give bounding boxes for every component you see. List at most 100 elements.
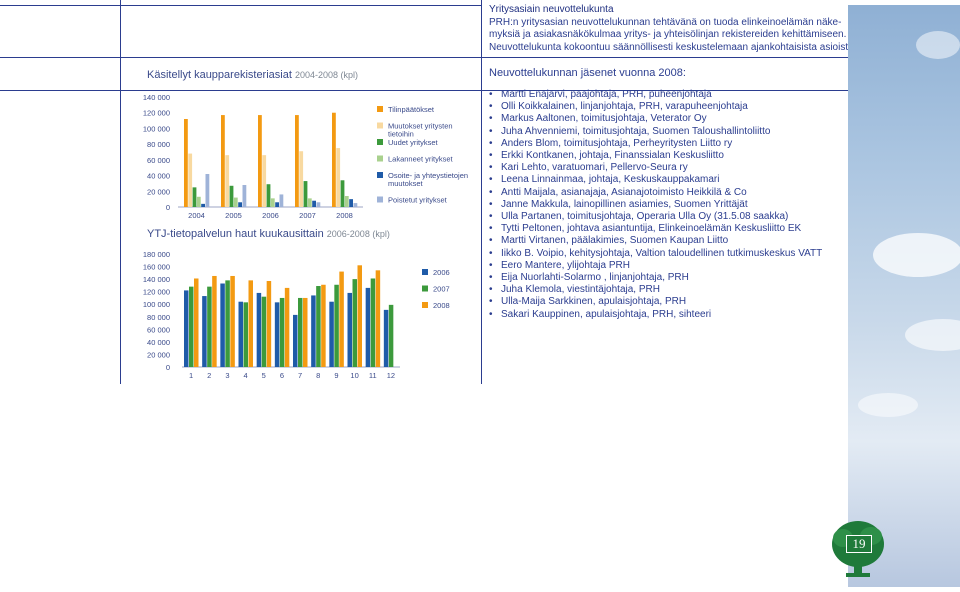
y-tick-label: 0 <box>166 203 170 212</box>
legend-swatch <box>422 269 428 275</box>
y-tick-label: 120 000 <box>143 109 170 118</box>
bar-2006 <box>220 283 225 367</box>
bar-osoite-ja-yhteystietojen-muutokset <box>275 202 279 207</box>
y-tick-label: 60 000 <box>147 156 170 165</box>
bar-2006 <box>311 295 316 367</box>
legend-swatch <box>377 106 383 112</box>
y-tick-label: 160 000 <box>143 263 170 272</box>
bar-2008 <box>303 297 308 367</box>
member-text: Kari Lehto, varatuomari, Pellervo-Seura … <box>501 162 688 174</box>
y-tick-label: 40 000 <box>147 338 170 347</box>
bar-2007 <box>207 286 212 367</box>
member-item: Martti Enäjärvi, pääjohtaja, PRH, puheen… <box>489 89 712 100</box>
bar-2008 <box>212 275 217 367</box>
member-text: Markus Aaltonen, toimitusjohtaja, Vetera… <box>501 113 707 125</box>
bar-2006 <box>365 287 371 367</box>
clouds <box>858 31 960 417</box>
y-tick-label: 40 000 <box>147 172 170 181</box>
y-tick-label: 180 000 <box>143 250 170 259</box>
member-item: Janne Makkula, lainopillinen asiamies, S… <box>489 199 748 210</box>
chart2-title: YTJ-tietopalvelun haut kuukausittain 200… <box>147 228 390 240</box>
member-item: Juha Ahvenniemi, toimitusjohtaja, Suomen… <box>489 126 770 137</box>
bar-poistetut-yritykset <box>279 194 284 207</box>
member-item: Iikko B. Voipio, kehitysjohtaja, Valtion… <box>489 248 822 259</box>
sky-photo <box>848 5 960 587</box>
bar-2007 <box>370 278 376 367</box>
chart2-title-text: YTJ-tietopalvelun haut kuukausittain <box>147 228 324 240</box>
member-item: Martti Virtanen, päälakimies, Suomen Kau… <box>489 235 728 246</box>
x-tick-label: 4 <box>243 371 247 380</box>
bar-2006 <box>329 301 334 367</box>
bar-2007 <box>243 302 248 367</box>
bar-osoite-ja-yhteystietojen-muutokset <box>312 200 316 207</box>
bar-osoite-ja-yhteystietojen-muutokset <box>238 202 242 207</box>
legend-label: 2006 <box>433 268 450 277</box>
bar-2008 <box>375 270 381 367</box>
bar-tilinp-t-kset <box>258 115 262 207</box>
legend-swatch <box>377 196 383 203</box>
x-tick-label: 5 <box>262 371 266 380</box>
y-tick-label: 80 000 <box>147 140 170 149</box>
bar-poistetut-yritykset <box>316 202 321 207</box>
member-text: Antti Maijala, asianajaja, Asianajotoimi… <box>501 186 747 198</box>
y-tick-label: 100 000 <box>143 300 170 309</box>
bar-osoite-ja-yhteystietojen-muutokset <box>201 203 205 207</box>
x-tick-label: 1 <box>189 371 193 380</box>
x-tick-label: 2 <box>207 371 211 380</box>
member-text: Ulla Partanen, toimitusjohtaja, Operaria… <box>501 211 789 222</box>
legend-swatch <box>422 285 428 292</box>
x-tick-label: 2004 <box>188 211 205 220</box>
member-item: Tytti Peltonen, johtava asiantuntija, El… <box>489 223 801 234</box>
bar-2006 <box>184 290 189 367</box>
intro-line: PRH:n yritysasian neuvottelukunnan tehtä… <box>489 16 842 28</box>
x-tick-label: 9 <box>334 371 338 380</box>
bar-poistetut-yritykset <box>242 185 247 207</box>
member-item: Olli Koikkalainen, linjanjohtaja, PRH, v… <box>489 101 748 112</box>
bar-muutokset-yritysten-tietoihin <box>225 155 230 207</box>
member-text: Janne Makkula, lainopillinen asiamies, S… <box>501 198 748 210</box>
x-tick-label: 12 <box>387 371 395 380</box>
bar-2008 <box>248 280 253 367</box>
member-item: Eija Nuorlahti-Solarmo , linjanjohtaja, … <box>489 272 689 283</box>
member-text: Sakari Kauppinen, apulaisjohtaja, PRH, s… <box>501 308 712 320</box>
member-text: Olli Koikkalainen, linjanjohtaja, PRH, v… <box>501 101 748 113</box>
y-tick-label: 60 000 <box>147 325 170 334</box>
bar-2008 <box>284 287 290 367</box>
y-tick-label: 100 000 <box>143 124 170 133</box>
bar-2007 <box>279 297 285 367</box>
x-tick-label: 10 <box>350 371 358 380</box>
intro-block: Yritysasiain neuvottelukunta PRH:n yrity… <box>489 4 856 54</box>
bar-poistetut-yritykset <box>353 203 358 207</box>
legend-label: Tilinpäätökset <box>388 105 435 114</box>
legend-label: 2007 <box>433 285 450 294</box>
member-item: Juha Klemola, viestintäjohtaja, PRH <box>489 284 660 295</box>
member-item: Leena Linnainmaa, johtaja, Keskuskauppak… <box>489 174 719 185</box>
legend-label: muutokset <box>388 179 424 188</box>
bar-lakanneet-yritykset <box>307 198 312 207</box>
chart1-svg: 140 000 120 000 100 000 80 000 60 000 40 000 2… <box>143 93 468 220</box>
x-tick-label: 2008 <box>336 211 353 220</box>
member-item: Kari Lehto, varatuomari, Pellervo-Seura … <box>489 162 688 173</box>
bar-muutokset-yritysten-tietoihin <box>188 153 193 207</box>
bar-uudet-yritykset <box>229 185 234 207</box>
bar-2006 <box>238 301 243 367</box>
member-text: Ulla-Maija Sarkkinen, apulaisjohtaja, PR… <box>501 296 687 308</box>
member-text: Iikko B. Voipio, kehitysjohtaja, Valtion… <box>501 247 823 259</box>
rule-left-1 <box>0 57 481 58</box>
intro-line: Neuvottelukunta kokoontuu säännöllisesti… <box>489 41 857 53</box>
bar-uudet-yritykset <box>266 184 271 207</box>
bar-2006 <box>293 314 298 367</box>
bar-tilinp-t-kset <box>295 115 299 207</box>
legend-swatch <box>377 172 383 178</box>
member-item: Ulla-Maija Sarkkinen, apulaisjohtaja, PR… <box>489 296 686 307</box>
bar-muutokset-yritysten-tietoihin <box>262 155 267 207</box>
bar-2007 <box>298 297 303 367</box>
member-item: Ulla Partanen, toimitusjohtaja, Operaria… <box>489 211 788 222</box>
page-number-logo: 19 <box>831 520 885 580</box>
bar-lakanneet-yritykset <box>344 196 349 207</box>
legend-label: Lakanneet yritykset <box>388 155 454 164</box>
bar-2007 <box>189 286 194 367</box>
x-tick-label: 6 <box>280 371 284 380</box>
bar-2008 <box>266 280 272 367</box>
bar-tilinp-t-kset <box>184 119 188 207</box>
